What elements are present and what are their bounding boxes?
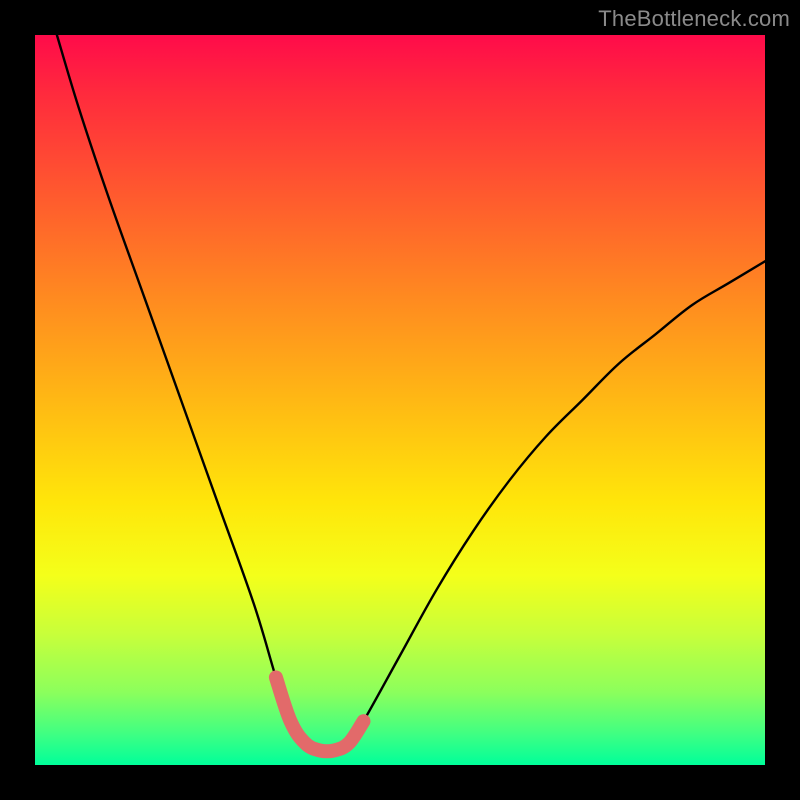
chart-svg [35, 35, 765, 765]
plot-area [35, 35, 765, 765]
highlight-band [276, 677, 364, 751]
bottleneck-curve [57, 35, 765, 751]
watermark-text: TheBottleneck.com [598, 6, 790, 32]
chart-stage: TheBottleneck.com [0, 0, 800, 800]
